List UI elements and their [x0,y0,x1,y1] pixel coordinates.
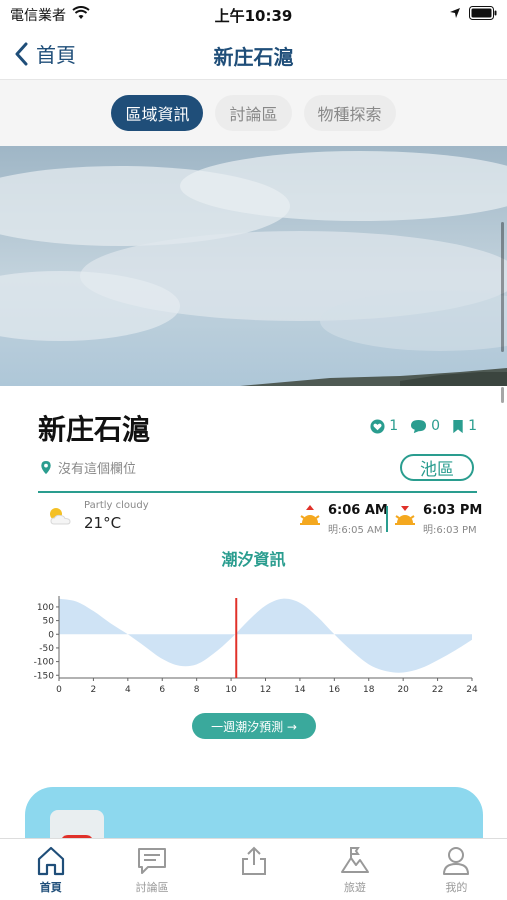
tide-chart: 100500-50-100-1500 2 4 6 8 10 12 14 16 18 20 22 24 [34,596,478,695]
tabbar-travel[interactable]: 旅遊 [304,839,405,900]
battery-icon [469,6,497,24]
x-tick-label: 8 [194,685,200,695]
x-tick-label: 4 [125,685,131,695]
status-right [449,6,497,24]
tab-species[interactable]: 物種探索 [303,95,396,131]
scroll-indicator-secondary[interactable] [501,387,504,403]
tabbar-profile-label: 我的 [445,881,468,894]
home-icon [37,846,64,876]
tab-area-info[interactable]: 區域資訊 [111,95,204,131]
sunrise-block: 6:06 AM 明:6:05 AM [298,503,388,536]
tabbar-travel-label: 旅遊 [343,881,366,894]
map-pin-icon [41,460,51,475]
status-time: 上午10:39 [214,7,293,25]
scroll-indicator[interactable] [501,222,504,352]
x-tick-label: 6 [159,685,165,695]
location-text: 沒有這個欄位 [58,462,137,477]
sunrise-text: 6:06 AM 明:6:05 AM [328,503,388,536]
bookmarks-stat[interactable]: 1 [452,418,477,434]
tide-area [59,598,472,673]
sunrise-next: 明:6:05 AM [328,525,383,536]
y-tick-label: 50 [43,617,55,627]
zone-badge[interactable]: 池區 [400,454,474,481]
comments-stat[interactable]: 0 [410,418,440,434]
partly-cloudy-icon [50,508,71,525]
weather-condition: Partly cloudy [84,500,149,511]
y-tick-label: -150 [34,671,55,681]
app-screen: 電信業者 上午10:39 首頁 新庄石滬 區域資訊 討論區 物種探索 新庄石滬 … [0,0,507,900]
location-row: 沒有這個欄位 [40,458,136,477]
weekly-tide-button[interactable]: 一週潮汐預測 → [192,713,316,739]
segment-tabs: 區域資訊 討論區 物種探索 [0,80,507,146]
weather-temperature: 21°C [84,514,122,532]
tab-discussion[interactable]: 討論區 [215,95,292,131]
status-bar: 電信業者 上午10:39 [0,0,507,30]
sunrise-icon [300,505,320,525]
comment-icon [411,419,427,433]
y-tick-label: -100 [34,658,55,668]
tabbar-discussion[interactable]: 討論區 [101,839,202,900]
sunset-text: 6:03 PM 明:6:03 PM [423,503,482,536]
comments-count: 0 [431,418,441,434]
heart-icon [370,418,385,434]
tabbar-home-label: 首頁 [39,881,62,894]
divider [38,491,477,493]
y-tick-label: -50 [39,644,54,654]
bookmarks-count: 1 [468,418,477,434]
y-tick-label: 100 [37,603,54,613]
place-title: 新庄石滬 [38,413,151,446]
nav-bar: 首頁 新庄石滬 [0,30,507,80]
sunset-time: 6:03 PM [423,503,483,518]
sun-separator [386,506,388,532]
sunrise-time: 6:06 AM [328,503,388,518]
location-arrow-icon [449,7,461,23]
x-tick-label: 16 [329,685,341,695]
sunset-icon [395,506,415,525]
tabbar-home[interactable]: 首頁 [0,839,101,900]
x-tick-label: 10 [225,685,237,695]
x-tick-label: 18 [363,685,375,695]
x-tick-label: 2 [91,685,97,695]
x-tick-label: 0 [56,685,62,695]
stats-row: 1 0 1 [370,418,477,434]
profile-icon [443,847,470,875]
sunset-block: 6:03 PM 明:6:03 PM [393,503,482,536]
tabbar-share[interactable] [203,839,304,900]
tabbar-discussion-label: 討論區 [135,881,169,894]
travel-icon [340,847,369,873]
chat-icon [138,848,167,874]
likes-count: 1 [389,418,399,434]
bottom-tab-bar: 首頁 討論區 旅遊 我的 [0,838,507,900]
bookmark-icon [453,419,463,433]
weather-text: Partly cloudy 21°C [84,500,149,532]
sunset-next: 明:6:03 PM [423,525,477,536]
page-title: 新庄石滬 [213,45,294,69]
tide-title: 潮汐資訊 [221,550,286,569]
x-tick-label: 22 [432,685,443,695]
y-tick-label: 0 [48,630,54,640]
x-tick-label: 14 [294,685,306,695]
share-icon [241,846,266,875]
hero-photo [0,146,507,386]
x-tick-label: 12 [260,685,271,695]
x-tick-label: 24 [466,685,478,695]
tabbar-profile[interactable]: 我的 [406,839,507,900]
weather-block: Partly cloudy 21°C [46,500,149,532]
x-tick-label: 20 [397,685,409,695]
likes-stat[interactable]: 1 [370,418,398,434]
